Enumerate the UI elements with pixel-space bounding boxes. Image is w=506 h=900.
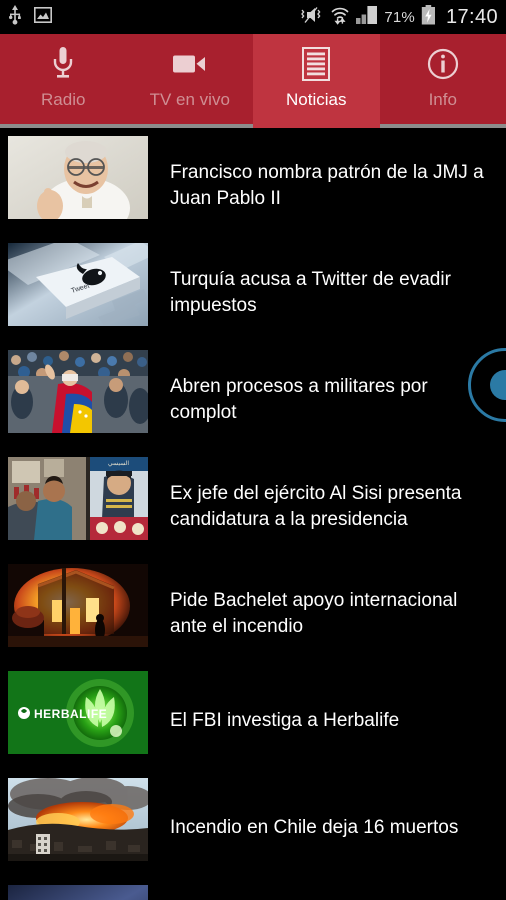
- news-item-title: Abren procesos a militares por complot: [170, 375, 428, 423]
- news-item-title: El FBI investiga a Herbalife: [170, 709, 400, 731]
- news-thumbnail: [8, 136, 148, 219]
- tab-tv-en-vivo[interactable]: TV en vivo: [126, 34, 253, 128]
- news-list-item[interactable]: Francisco nombra patrón de la JMJ a Juan…: [0, 132, 506, 239]
- tab-bar: Radio TV en vivo Noticias Info: [0, 34, 506, 128]
- news-list[interactable]: Francisco nombra patrón de la JMJ a Juan…: [0, 132, 506, 900]
- news-item-title: Incendio en Chile deja 16 muertos: [170, 816, 459, 838]
- news-thumbnail: Tweet: [8, 243, 148, 326]
- document-lines-icon: [302, 44, 331, 84]
- news-item-title: Pide Bachelet apoyo internacional ante e…: [170, 589, 458, 637]
- news-thumbnail: [8, 564, 148, 647]
- clock-label: 17:40: [445, 5, 498, 28]
- news-list-item[interactable]: [0, 881, 506, 900]
- video-camera-icon: [172, 44, 207, 84]
- news-thumbnail: [8, 778, 148, 861]
- tab-radio[interactable]: Radio: [0, 34, 127, 128]
- status-bar-left-icons: [8, 4, 52, 30]
- news-thumbnail-row[interactable]: السيسي Ex jefe del ejército Al Sisi pres…: [0, 453, 506, 560]
- tab-noticias-label: Noticias: [286, 90, 347, 109]
- tab-noticias[interactable]: Noticias: [253, 34, 380, 128]
- tab-radio-label: Radio: [41, 90, 86, 109]
- usb-icon: [8, 4, 22, 30]
- status-bar: 71% 17:40: [0, 0, 506, 34]
- svg-text:السيسي: السيسي: [108, 460, 129, 467]
- tab-tv-en-vivo-label: TV en vivo: [149, 90, 230, 109]
- mute-vibrate-icon: [300, 5, 324, 30]
- info-circle-icon: [427, 44, 459, 84]
- app-screen: 71% 17:40 Radio TV en vivo Noticias Info…: [0, 0, 506, 900]
- news-thumbnail: HERBALIFE: [8, 671, 148, 754]
- news-thumbnail: السيسي: [8, 457, 148, 540]
- screenshot-image-icon: [34, 6, 52, 28]
- news-list-item[interactable]: Tweet Turquía acusa a Twitter de evadir …: [0, 239, 506, 346]
- news-item-title: Francisco nombra patrón de la JMJ a Juan…: [170, 161, 484, 209]
- microphone-icon: [51, 44, 75, 84]
- battery-charging-icon: [421, 4, 436, 30]
- news-list-item[interactable]: Incendio en Chile deja 16 muertos: [0, 774, 506, 881]
- status-bar-right-icons: 71% 17:40: [300, 4, 498, 30]
- news-list-item[interactable]: Pide Bachelet apoyo internacional ante e…: [0, 560, 506, 667]
- news-list-item[interactable]: Abren procesos a militares por complot: [0, 346, 506, 453]
- battery-percent-label: 71%: [384, 8, 415, 26]
- signal-bars-icon: [356, 5, 378, 29]
- tab-info[interactable]: Info: [379, 34, 506, 128]
- news-thumbnail: [8, 885, 148, 900]
- svg-text:HERBALIFE: HERBALIFE: [34, 707, 107, 721]
- news-item-title: Ex jefe del ejército Al Sisi presenta ca…: [170, 482, 462, 530]
- tab-info-label: Info: [428, 90, 457, 109]
- wifi-transfer-icon: [330, 5, 350, 30]
- news-list-item[interactable]: HERBALIFE El FBI investiga a Herbalife: [0, 667, 506, 774]
- news-item-title: Turquía acusa a Twitter de evadir impues…: [170, 268, 451, 316]
- news-thumbnail: [8, 350, 148, 433]
